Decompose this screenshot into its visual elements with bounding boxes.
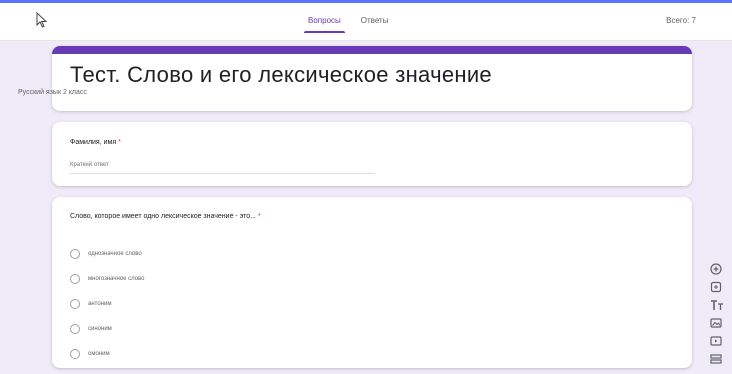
option-label: однозначное слово xyxy=(88,250,142,257)
top-bar: Вопросы Ответы Всего: 7 xyxy=(0,0,732,41)
floating-toolbar xyxy=(710,260,732,374)
form-description[interactable]: Русский язык 2 класс xyxy=(18,89,87,96)
option-item[interactable]: многозначное слово xyxy=(70,266,145,291)
radio-button[interactable] xyxy=(70,348,80,359)
required-mark: * xyxy=(257,213,261,220)
short-answer-placeholder: Краткий ответ xyxy=(70,162,109,168)
options-list: однозначное слово многозначное слово ант… xyxy=(70,241,145,366)
accent-bar xyxy=(52,46,692,54)
tabs: Вопросы Ответы xyxy=(304,14,389,33)
radio-button[interactable] xyxy=(70,248,80,259)
answer-underline xyxy=(70,173,375,174)
option-item[interactable]: антоним xyxy=(70,291,145,316)
total-points: Всего: 7 xyxy=(666,16,696,25)
required-mark: * xyxy=(118,139,121,146)
add-question-icon[interactable] xyxy=(710,260,732,278)
radio-button[interactable] xyxy=(70,323,80,334)
add-image-icon[interactable] xyxy=(710,314,732,332)
form-title[interactable]: Тест. Слово и его лексическое значение xyxy=(70,62,492,88)
option-label: антоним xyxy=(88,300,112,307)
add-section-icon[interactable] xyxy=(710,350,732,368)
question-card-multiple-choice[interactable]: Слово, которое имеет одно лексическое зн… xyxy=(52,197,692,368)
question-card-name[interactable]: Фамилия, имя * Краткий ответ xyxy=(52,122,692,186)
form-title-card[interactable]: Тест. Слово и его лексическое значение xyxy=(52,46,692,111)
tab-responses[interactable]: Ответы xyxy=(361,14,389,33)
radio-button[interactable] xyxy=(70,273,80,284)
option-item[interactable]: синоним xyxy=(70,316,145,341)
top-link-underline xyxy=(0,0,732,3)
question-title: Фамилия, имя * xyxy=(70,139,121,146)
radio-button[interactable] xyxy=(70,298,80,309)
add-video-icon[interactable] xyxy=(710,332,732,350)
tab-questions[interactable]: Вопросы xyxy=(304,14,345,33)
add-title-icon[interactable] xyxy=(710,296,732,314)
cursor-icon xyxy=(36,11,48,28)
option-label: омоним xyxy=(88,350,110,357)
option-label: многозначное слово xyxy=(88,275,145,282)
option-item[interactable]: однозначное слово xyxy=(70,241,145,266)
option-item[interactable]: омоним xyxy=(70,341,145,366)
question-title-text: Фамилия, имя xyxy=(70,139,117,146)
question-title: Слово, которое имеет одно лексическое зн… xyxy=(70,213,261,220)
question-title-text: Слово, которое имеет одно лексическое зн… xyxy=(70,213,256,220)
option-label: синоним xyxy=(88,325,112,332)
import-questions-icon[interactable] xyxy=(710,278,732,296)
